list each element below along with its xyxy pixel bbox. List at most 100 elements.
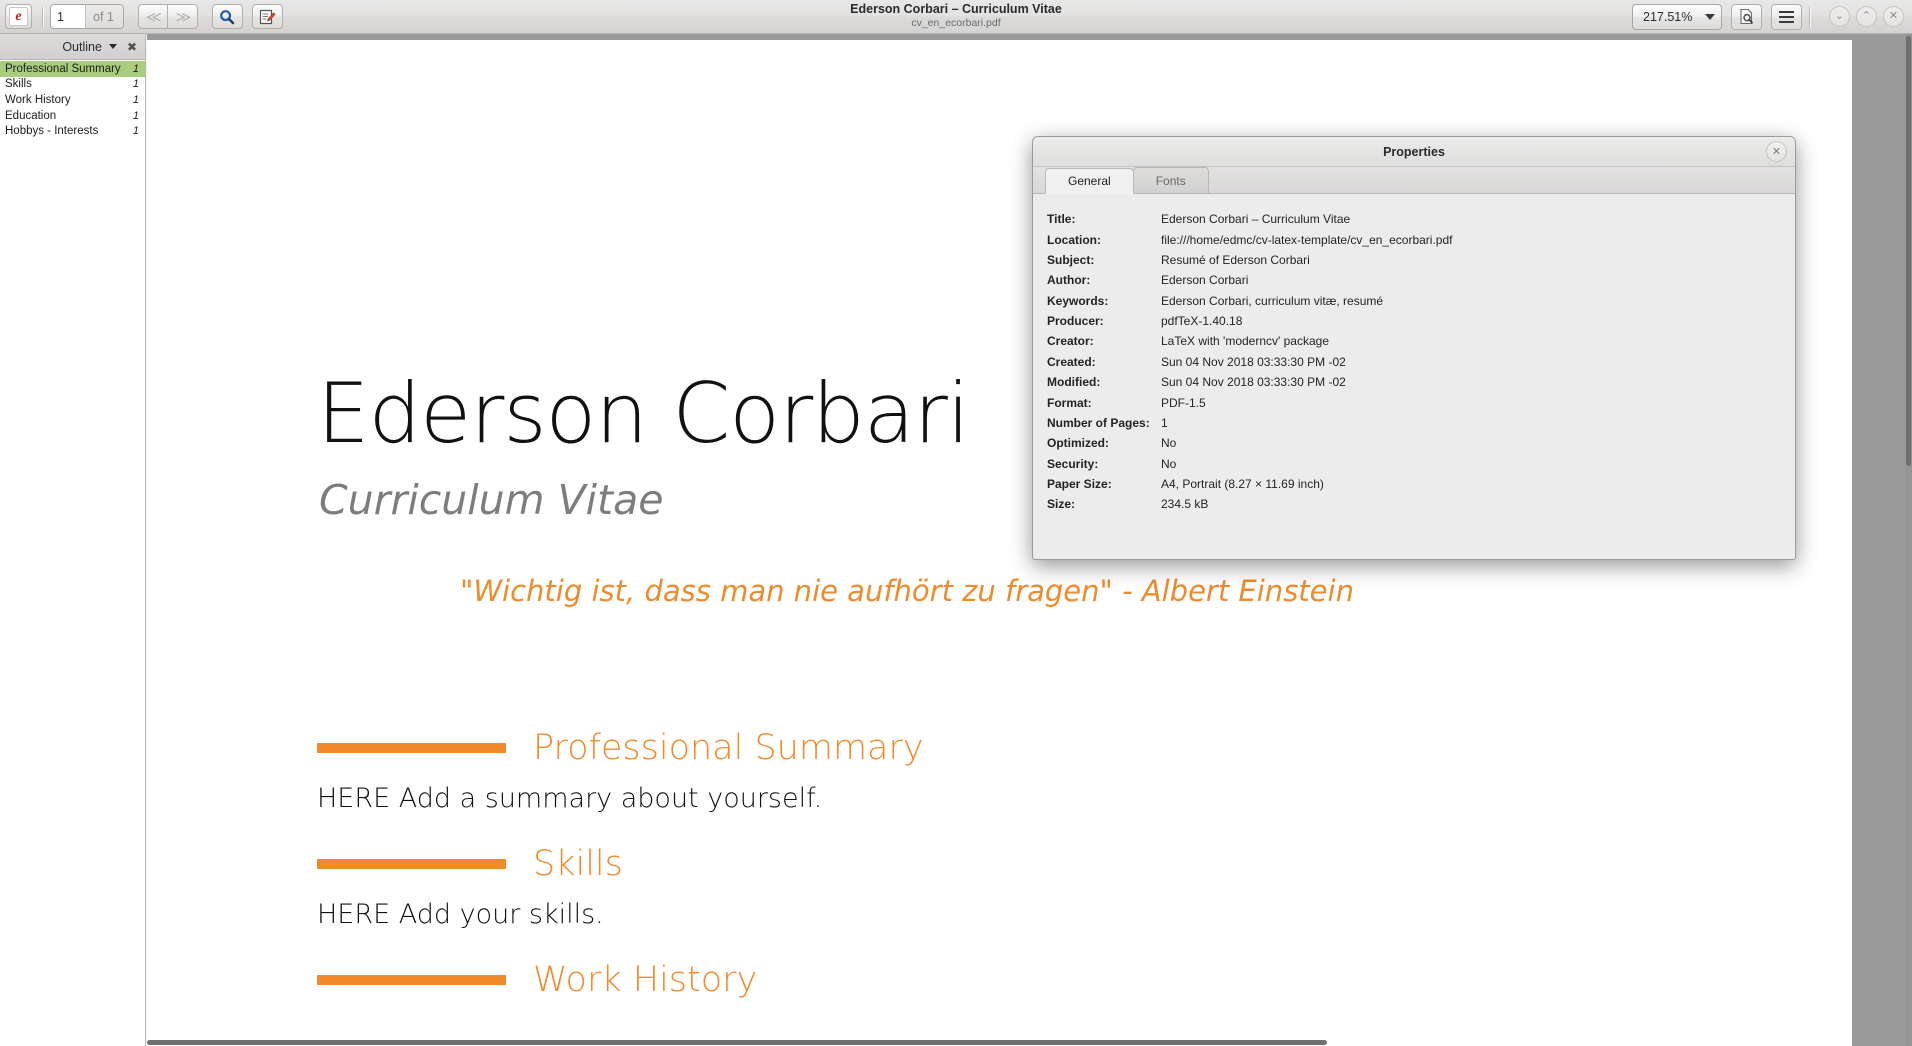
page-nav-group: ≪ ≫ [137, 4, 198, 29]
dialog-content: Title: Ederson Corbari – Curriculum Vitae… [1033, 195, 1795, 559]
table-row: Modified: Sun 04 Nov 2018 03:33:30 PM -02 [1047, 372, 1781, 392]
cv-name: Ederson Corbari [317, 365, 970, 462]
search-button[interactable] [211, 4, 243, 29]
tab-general[interactable]: General [1045, 168, 1134, 194]
vertical-scrollbar-thumb[interactable] [1906, 36, 1911, 466]
property-key: Author: [1047, 273, 1091, 288]
toolbar-left: e of 1 ≪ ≫ [0, 4, 283, 29]
sidebar-item-skills[interactable]: Skills 1 [0, 77, 145, 93]
outline-item-label: Professional Summary [5, 62, 121, 75]
table-row: Keywords: Ederson Corbari, curriculum vit… [1047, 291, 1781, 311]
property-value: Sun 04 Nov 2018 03:33:30 PM -02 [1161, 375, 1346, 390]
property-key: Paper Size: [1047, 477, 1112, 492]
toolbar-right: 217.51% ⌄ ⌃ ✕ [1632, 3, 1912, 30]
table-row: Size: 234.5 kB [1047, 494, 1781, 514]
property-value: LaTeX with 'moderncv' package [1161, 334, 1330, 349]
chevron-down-icon [1705, 13, 1715, 20]
table-row: Producer: pdfTeX-1.40.18 [1047, 311, 1781, 331]
table-row: Paper Size: A4, Portrait (8.27 × 11.69 in… [1047, 474, 1781, 494]
section-heading: Professional Summary [317, 730, 1517, 766]
outline-item-page: 1 [132, 125, 139, 138]
close-icon: ✕ [1771, 146, 1782, 158]
zoom-select[interactable]: 217.51% [1632, 3, 1722, 30]
sidebar-item-work-history[interactable]: Work History 1 [0, 92, 145, 108]
find-in-page-button[interactable] [1731, 3, 1762, 30]
next-page-button[interactable]: ≫ [167, 4, 198, 29]
property-value: pdfTeX-1.40.18 [1161, 314, 1243, 329]
sidebar-item-professional-summary[interactable]: Professional Summary 1 [0, 61, 145, 77]
close-icon: ✖ [126, 39, 137, 54]
close-sidebar-button[interactable]: ✖ [125, 41, 139, 53]
evince-icon[interactable]: e [5, 4, 32, 29]
window-controls: ⌄ ⌃ ✕ [1829, 6, 1904, 27]
property-key: Size: [1047, 497, 1076, 512]
outline-item-label: Hobbys - Interests [5, 125, 99, 138]
property-key: Title: [1047, 212, 1076, 227]
property-key: Created: [1047, 354, 1096, 369]
cv-subtitle: Curriculum Vitae [319, 476, 664, 524]
outline-item-page: 1 [132, 78, 139, 91]
sidebar-mode-select[interactable]: Outline [62, 40, 117, 54]
property-key: Producer: [1047, 314, 1104, 329]
close-window-button[interactable]: ✕ [1883, 6, 1904, 27]
minimize-button[interactable]: ⌄ [1829, 6, 1850, 27]
cv-section-professional-summary: Professional Summary HERE Add a summary … [317, 730, 1517, 815]
sidebar-mode-label: Outline [62, 39, 102, 54]
table-row: Security: No [1047, 454, 1781, 474]
tab-fonts[interactable]: Fonts [1132, 167, 1209, 193]
cv-section-skills: Skills HERE Add your skills. [317, 846, 1517, 931]
chevron-down-icon [108, 44, 117, 49]
property-value: 234.5 kB [1161, 497, 1209, 512]
vertical-scrollbar[interactable] [1905, 34, 1912, 1046]
property-value: Ederson Corbari [1161, 273, 1249, 288]
table-row: Title: Ederson Corbari – Curriculum Vitae [1047, 209, 1781, 229]
edit-note-icon [259, 9, 276, 24]
properties-table: Title: Ederson Corbari – Curriculum Vitae… [1047, 209, 1781, 515]
table-row: Creator: LaTeX with 'moderncv' package [1047, 331, 1781, 351]
page-search-icon [1740, 8, 1753, 25]
sidebar-header: Outline ✖ [0, 34, 145, 60]
property-value: No [1161, 436, 1177, 451]
table-row: Format: PDF-1.5 [1047, 392, 1781, 412]
section-body: HERE Add your skills. [317, 899, 604, 930]
horizontal-scrollbar[interactable] [147, 1039, 1905, 1046]
maximize-button[interactable]: ⌃ [1856, 6, 1877, 27]
page-number-input[interactable] [51, 5, 85, 28]
window-controls-separator [1809, 6, 1810, 27]
table-row: Subject: Resumé of Ederson Corbari [1047, 250, 1781, 270]
page-selector[interactable]: of 1 [50, 4, 124, 29]
section-rule [317, 743, 506, 753]
outline-item-page: 1 [132, 109, 139, 122]
section-title: Work History [533, 959, 758, 1000]
page-total-label: of 1 [85, 5, 123, 28]
property-value: A4, Portrait (8.27 × 11.69 inch) [1161, 477, 1324, 492]
outline-item-page: 1 [132, 93, 139, 106]
property-key: Location: [1047, 232, 1101, 247]
property-key: Security: [1047, 456, 1099, 471]
sidebar-item-hobbys-interests[interactable]: Hobbys - Interests 1 [0, 123, 145, 139]
property-value: Sun 04 Nov 2018 03:33:30 PM -02 [1161, 354, 1346, 369]
property-key: Format: [1047, 395, 1092, 410]
close-icon: ✕ [1888, 10, 1899, 22]
sidebar-item-education[interactable]: Education 1 [0, 108, 145, 124]
table-row: Author: Ederson Corbari [1047, 270, 1781, 290]
dialog-titlebar: Properties ✕ [1033, 137, 1795, 167]
window-title: Ederson Corbari – Curriculum Vitae [850, 2, 1062, 16]
annotation-button[interactable] [251, 4, 283, 29]
property-value: PDF-1.5 [1161, 395, 1206, 410]
main-menu-button[interactable] [1771, 3, 1802, 30]
section-heading: Work History [317, 962, 1517, 998]
section-rule [317, 975, 506, 985]
section-rule [317, 859, 506, 869]
horizontal-scrollbar-thumb[interactable] [147, 1040, 1327, 1045]
sidebar: Outline ✖ Professional Summary 1 Skills … [0, 34, 146, 1046]
outline-list: Professional Summary 1 Skills 1 Work His… [0, 60, 145, 139]
chevron-down-icon: ⌄ [1834, 10, 1845, 22]
property-key: Subject: [1047, 252, 1095, 267]
chevron-right-icon: ≫ [175, 8, 192, 26]
dialog-close-button[interactable]: ✕ [1766, 141, 1787, 162]
property-key: Modified: [1047, 375, 1101, 390]
property-value: file:///home/edmc/cv-latex-template/cv_e… [1161, 232, 1453, 247]
previous-page-button[interactable]: ≪ [137, 4, 168, 29]
section-title: Skills [533, 843, 623, 884]
